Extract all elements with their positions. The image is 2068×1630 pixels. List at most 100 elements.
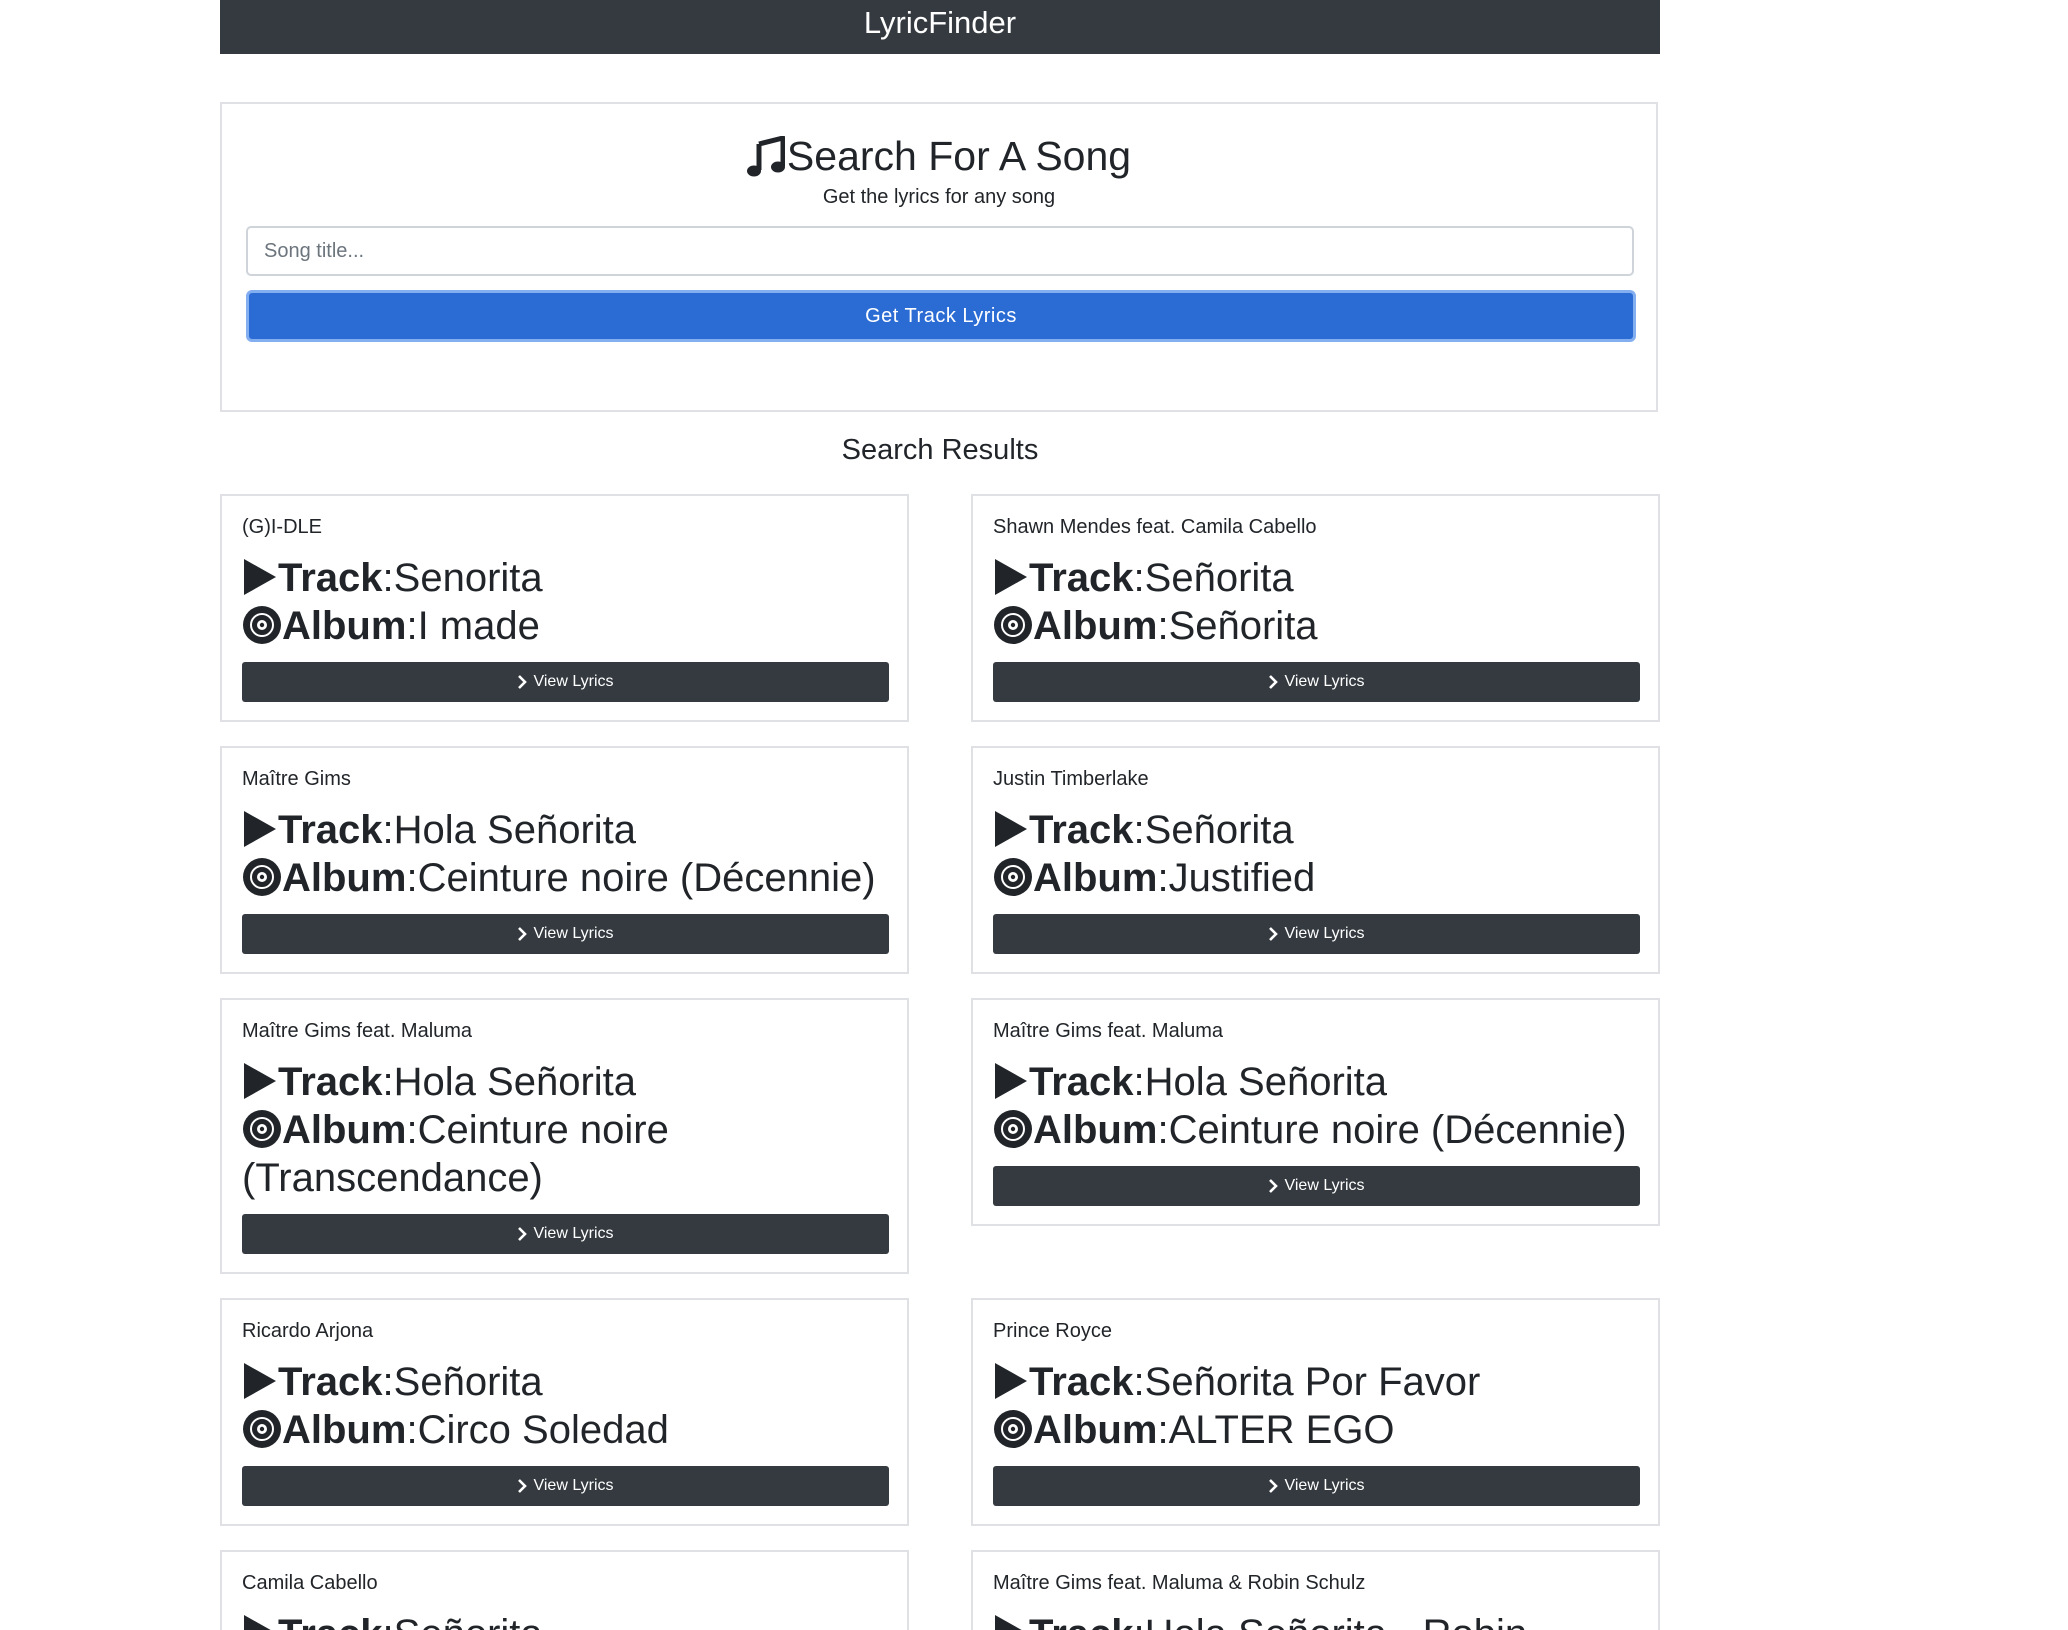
track-line: Track:Señorita (242, 1610, 887, 1630)
view-lyrics-button[interactable]: View Lyrics (993, 914, 1640, 954)
view-lyrics-button[interactable]: View Lyrics (993, 662, 1640, 702)
chevron-right-icon (1269, 675, 1279, 689)
view-lyrics-button[interactable]: View Lyrics (242, 662, 889, 702)
track-line: Track:Señorita (993, 554, 1638, 602)
track-title: Hola Señorita (393, 1060, 637, 1104)
track-line: Track:Señorita (242, 1358, 887, 1406)
play-icon (244, 559, 276, 595)
result-card: Justin Timberlake Track:Señorita Album:J… (971, 746, 1660, 974)
track-label: Track (278, 1060, 383, 1104)
artist-name: Maître Gims (242, 768, 351, 790)
navbar: LyricFinder (220, 0, 1660, 54)
album-title: Justified (1168, 856, 1316, 900)
play-icon (995, 559, 1027, 595)
view-lyrics-label: View Lyrics (533, 925, 614, 942)
track-line: Track:Hola Señorita (993, 1058, 1638, 1106)
album-line: Album:Señorita (993, 602, 1638, 650)
artist-name: Maître Gims feat. Maluma (242, 1020, 473, 1042)
album-title: ALTER EGO (1168, 1408, 1395, 1452)
track-title: Senorita (393, 556, 543, 600)
compact-disc-icon (243, 1410, 281, 1448)
album-label: Album (1033, 856, 1158, 900)
search-card: Search For A Song Get the lyrics for any… (220, 102, 1658, 412)
album-line: Album:I made (242, 602, 887, 650)
view-lyrics-label: View Lyrics (1284, 1477, 1365, 1494)
result-card: Camila Cabello Track:Señorita (220, 1550, 909, 1630)
chevron-right-icon (1269, 1179, 1279, 1193)
chevron-right-icon (1269, 927, 1279, 941)
artist-name: Maître Gims feat. Maluma (993, 1020, 1224, 1042)
compact-disc-icon (243, 1110, 281, 1148)
album-label: Album (1033, 1108, 1158, 1152)
result-card: Maître Gims feat. Maluma & Robin Schulz … (971, 1550, 1660, 1630)
album-label: Album (1033, 1408, 1158, 1452)
play-icon (244, 811, 276, 847)
chevron-right-icon (518, 1479, 528, 1493)
artist-name: Justin Timberlake (993, 768, 1149, 790)
track-label: Track (1029, 1360, 1134, 1404)
track-label: Track (1029, 556, 1134, 600)
album-title: I made (417, 604, 540, 648)
track-title: Señorita (1144, 556, 1294, 600)
album-label: Album (282, 856, 407, 900)
view-lyrics-button[interactable]: View Lyrics (242, 914, 889, 954)
track-label: Track (1029, 1060, 1134, 1104)
track-line: Track:Señorita Por Favor (993, 1358, 1638, 1406)
compact-disc-icon (994, 606, 1032, 644)
result-card: (G)I-DLE Track:Senorita Album:I made Vie… (220, 494, 909, 722)
view-lyrics-button[interactable]: View Lyrics (242, 1214, 889, 1254)
play-icon (995, 1615, 1022, 1630)
track-title: Hola Señorita (1144, 1060, 1388, 1104)
chevron-right-icon (518, 927, 528, 941)
view-lyrics-button[interactable]: View Lyrics (242, 1466, 889, 1506)
track-line: Track:Hola Señorita (242, 806, 887, 854)
view-lyrics-label: View Lyrics (533, 1477, 614, 1494)
artist-name: Camila Cabello (242, 1572, 378, 1594)
result-card: Prince Royce Track:Señorita Por Favor Al… (971, 1298, 1660, 1526)
album-title: Ceinture noire (Décennie) (1168, 1108, 1627, 1152)
view-lyrics-button[interactable]: View Lyrics (993, 1166, 1640, 1206)
view-lyrics-label: View Lyrics (533, 673, 614, 690)
view-lyrics-button[interactable]: View Lyrics (993, 1466, 1640, 1506)
track-line: Track:Hola Señorita - Robin (993, 1610, 1638, 1630)
result-card: Maître Gims feat. Maluma Track:Hola Seño… (971, 998, 1660, 1226)
compact-disc-icon (994, 858, 1032, 896)
search-title: Search For A Song (786, 133, 1132, 179)
get-track-lyrics-button[interactable]: Get Track Lyrics (246, 290, 1636, 342)
album-line: Album:Circo Soledad (242, 1406, 887, 1454)
view-lyrics-label: View Lyrics (1284, 673, 1365, 690)
track-title: Señorita (393, 1360, 543, 1404)
track-title: Señorita (394, 1612, 543, 1630)
play-icon (244, 1615, 271, 1630)
track-title: Hola Señorita - Robin (1145, 1612, 1527, 1630)
chevron-right-icon (1269, 1479, 1279, 1493)
compact-disc-icon (243, 858, 281, 896)
album-label: Album (282, 1408, 407, 1452)
chevron-right-icon (518, 1227, 528, 1241)
track-label: Track (1029, 808, 1134, 852)
compact-disc-icon (994, 1110, 1032, 1148)
track-line: Track:Hola Señorita (242, 1058, 887, 1106)
artist-name: Maître Gims feat. Maluma & Robin Schulz (993, 1572, 1366, 1594)
album-title: Ceinture noire (Décennie) (417, 856, 876, 900)
album-label: Album (1033, 604, 1158, 648)
brand-title[interactable]: LyricFinder (864, 5, 1016, 40)
album-title: Señorita (1168, 604, 1318, 648)
compact-disc-icon (994, 1410, 1032, 1448)
album-line: Album:Ceinture noire (Transcendance) (242, 1108, 669, 1200)
album-line: Album:Ceinture noire (Décennie) (993, 1106, 1638, 1154)
music-note-icon (746, 135, 786, 177)
result-card: Ricardo Arjona Track:Señorita Album:Circ… (220, 1298, 909, 1526)
album-title: Circo Soledad (417, 1408, 669, 1452)
album-line: Album:ALTER EGO (993, 1406, 1638, 1454)
compact-disc-icon (243, 606, 281, 644)
chevron-right-icon (518, 675, 528, 689)
search-heading: Search For A Song (222, 128, 1656, 184)
artist-name: (G)I-DLE (242, 516, 322, 538)
track-title: Señorita (1144, 808, 1294, 852)
song-title-input[interactable] (246, 226, 1634, 276)
search-subtitle: Get the lyrics for any song (822, 186, 1056, 208)
artist-name: Prince Royce (993, 1320, 1112, 1342)
track-title: Señorita Por Favor (1144, 1360, 1481, 1404)
result-card: Maître Gims feat. Maluma Track:Hola Seño… (220, 998, 909, 1274)
